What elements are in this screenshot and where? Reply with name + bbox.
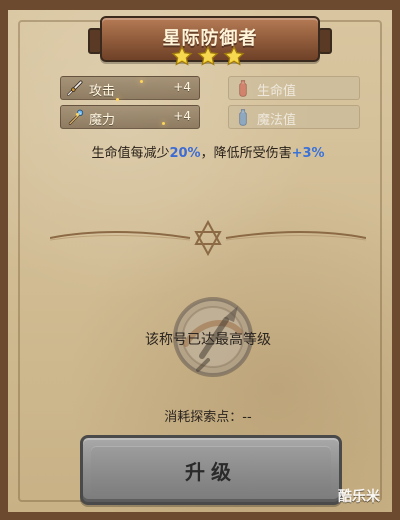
bonus-prefix: 生命值每减少 (91, 146, 170, 161)
sparkle (140, 80, 143, 83)
mana-potion-icon (239, 109, 247, 126)
max-level-message: 该称号已达最高等级 (145, 332, 271, 348)
bonus-middle: ，降低所受伤害 (200, 146, 292, 161)
star-icon (171, 45, 193, 66)
stat-health-label: 生命值 (257, 84, 297, 99)
bonus-percent-2: +3% (291, 146, 325, 161)
stat-magic: 魔力 +4 (60, 105, 200, 129)
health-potion-icon (239, 80, 247, 97)
game-panel: 星际防御者 攻击 +4 魔力 +4 生命值 魔法值 生命值每减少20%，降低所受… (0, 0, 400, 520)
bonus-description: 生命值每减少20%，降低所受伤害+3% (8, 142, 400, 161)
watermark-text: 酷乐米 (338, 489, 380, 505)
stat-magic-label: 魔力 (89, 113, 116, 128)
stat-attack: 攻击 +4 (60, 76, 200, 100)
rating-stars (171, 45, 245, 66)
stat-mana: 魔法值 (228, 105, 360, 129)
sword-icon (67, 80, 83, 96)
stat-health: 生命值 (228, 76, 360, 100)
staff-icon (68, 109, 84, 125)
stat-attack-label: 攻击 (89, 84, 116, 99)
sparkle (76, 113, 79, 116)
star-icon (223, 45, 245, 66)
bonus-percent-1: 20% (169, 146, 201, 161)
star-icon (197, 45, 219, 66)
stat-attack-value: +4 (173, 80, 191, 94)
ornamental-divider (50, 220, 366, 256)
stat-magic-value: +4 (173, 109, 191, 123)
exploration-cost: 消耗探索点：-- (164, 410, 252, 425)
stat-mana-label: 魔法值 (257, 113, 297, 128)
star-of-david-icon (194, 220, 222, 256)
upgrade-button-label: 升级 (185, 460, 237, 484)
sparkle (116, 98, 119, 101)
sparkle (162, 122, 165, 125)
upgrade-button[interactable]: 升级 (80, 435, 342, 505)
